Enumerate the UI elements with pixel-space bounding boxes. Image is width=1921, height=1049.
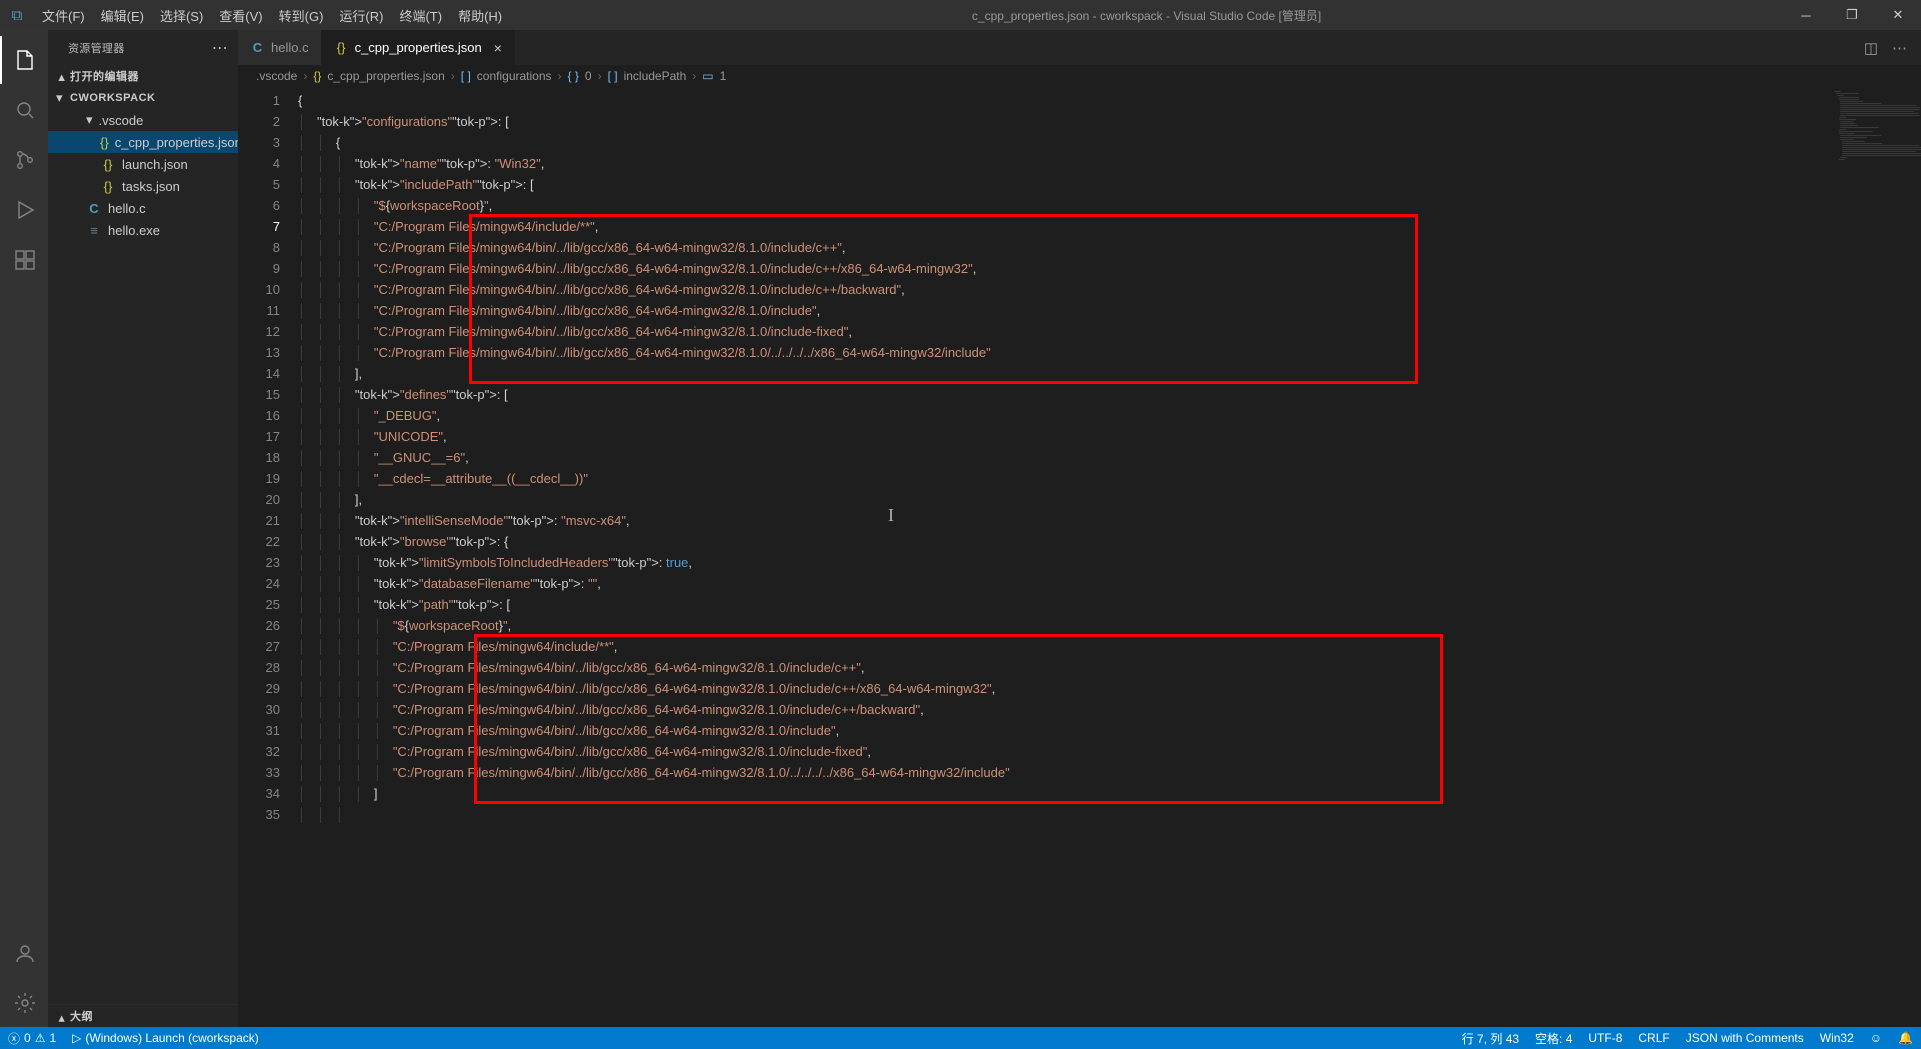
activity-bar xyxy=(0,30,48,1027)
file-hello-exe[interactable]: ≡ hello.exe xyxy=(48,219,238,241)
sidebar-title: 资源管理器 xyxy=(68,40,125,56)
window-title: c_cpp_properties.json - cworkspack - Vis… xyxy=(510,7,1783,24)
sidebar: 资源管理器 ⋯ ▸打开的编辑器 ▾CWORKSPACK ▾.vscode {} … xyxy=(48,30,238,1027)
status-launch-target[interactable]: ▷(Windows) Launch (cworkspack) xyxy=(64,1031,267,1045)
c-file-icon: C xyxy=(86,201,102,216)
status-lang[interactable]: JSON with Comments xyxy=(1678,1030,1812,1047)
code-content[interactable]: {│ "tok-k">"configurations""tok-p">: [│ … xyxy=(298,87,1921,1027)
line-number-gutter: 1234567891011121314151617181920212223242… xyxy=(238,87,298,1027)
maximize-button[interactable]: ❐ xyxy=(1829,0,1875,30)
json-icon: {} xyxy=(100,179,116,194)
activity-account[interactable] xyxy=(0,929,48,977)
status-encoding[interactable]: UTF-8 xyxy=(1580,1030,1630,1047)
status-feedback-icon[interactable]: ☺ xyxy=(1862,1030,1890,1047)
minimize-button[interactable]: ─ xyxy=(1783,0,1829,30)
activity-settings[interactable] xyxy=(0,979,48,1027)
menu-file[interactable]: 文件(F) xyxy=(34,2,93,29)
menu-select[interactable]: 选择(S) xyxy=(152,2,211,29)
editor-area: C hello.c {} c_cpp_properties.json × ◫ ⋯… xyxy=(238,30,1921,1027)
error-count-icon: ⓧ xyxy=(8,1030,20,1047)
file-hello-c[interactable]: C hello.c xyxy=(48,197,238,219)
status-line-col[interactable]: 行 7, 列 43 xyxy=(1454,1030,1527,1047)
vscode-logo-icon: ⧉ xyxy=(0,7,34,24)
c-file-icon: C xyxy=(250,40,265,55)
code-editor[interactable]: 1234567891011121314151617181920212223242… xyxy=(238,87,1921,1027)
sidebar-header: 资源管理器 ⋯ xyxy=(48,30,238,65)
json-icon: {} xyxy=(100,157,116,172)
file-launch-json[interactable]: {} launch.json xyxy=(48,153,238,175)
status-problems[interactable]: ⓧ0 ⚠1 xyxy=(0,1030,64,1047)
close-button[interactable]: ✕ xyxy=(1875,0,1921,30)
json-icon: {} xyxy=(313,69,321,83)
binary-file-icon: ≡ xyxy=(86,223,102,238)
breadcrumb-file[interactable]: c_cpp_properties.json xyxy=(327,69,444,83)
status-spaces[interactable]: 空格: 4 xyxy=(1527,1030,1580,1047)
sidebar-more-icon[interactable]: ⋯ xyxy=(212,38,228,58)
json-icon: {} xyxy=(334,40,349,55)
menu-view[interactable]: 查看(V) xyxy=(211,2,270,29)
file-c-cpp-properties[interactable]: {} c_cpp_properties.json xyxy=(48,131,238,153)
activity-run-debug[interactable] xyxy=(0,186,48,234)
split-editor-icon[interactable]: ◫ xyxy=(1864,39,1878,57)
breadcrumb[interactable]: .vscode› {} c_cpp_properties.json› [ ]co… xyxy=(238,65,1921,87)
minimap[interactable] xyxy=(1826,87,1921,1027)
activity-explorer[interactable] xyxy=(0,36,48,84)
activity-extensions[interactable] xyxy=(0,236,48,284)
menu-edit[interactable]: 编辑(E) xyxy=(93,2,152,29)
text-cursor-icon: I xyxy=(888,505,894,526)
section-outline[interactable]: ▸大纲 xyxy=(48,1004,238,1027)
folder-vscode[interactable]: ▾.vscode xyxy=(48,109,238,131)
status-bell-icon[interactable]: 🔔 xyxy=(1890,1030,1921,1047)
title-bar: ⧉ 文件(F) 编辑(E) 选择(S) 查看(V) 转到(G) 运行(R) 终端… xyxy=(0,0,1921,30)
file-tree: ▾.vscode {} c_cpp_properties.json {} lau… xyxy=(48,109,238,241)
tab-bar: C hello.c {} c_cpp_properties.json × ◫ ⋯ xyxy=(238,30,1921,65)
breadcrumb-folder[interactable]: .vscode xyxy=(256,69,297,83)
status-eol[interactable]: CRLF xyxy=(1630,1030,1677,1047)
status-config[interactable]: Win32 xyxy=(1812,1030,1862,1047)
section-project[interactable]: ▾CWORKSPACK xyxy=(48,87,238,109)
target-icon: ▷ xyxy=(72,1031,81,1045)
status-bar: ⓧ0 ⚠1 ▷(Windows) Launch (cworkspack) 行 7… xyxy=(0,1027,1921,1049)
file-tasks-json[interactable]: {} tasks.json xyxy=(48,175,238,197)
tab-c-cpp-properties[interactable]: {} c_cpp_properties.json × xyxy=(322,30,515,65)
json-icon: {} xyxy=(100,135,109,150)
menu-help[interactable]: 帮助(H) xyxy=(450,2,510,29)
menu-go[interactable]: 转到(G) xyxy=(271,2,332,29)
section-open-editors[interactable]: ▸打开的编辑器 xyxy=(48,65,238,87)
tab-hello-c[interactable]: C hello.c xyxy=(238,30,322,65)
warning-count-icon: ⚠ xyxy=(35,1031,46,1045)
editor-more-icon[interactable]: ⋯ xyxy=(1892,39,1907,57)
menu-terminal[interactable]: 终端(T) xyxy=(391,2,450,29)
activity-source-control[interactable] xyxy=(0,136,48,184)
menu-bar: 文件(F) 编辑(E) 选择(S) 查看(V) 转到(G) 运行(R) 终端(T… xyxy=(34,2,510,29)
activity-search[interactable] xyxy=(0,86,48,134)
close-tab-icon[interactable]: × xyxy=(494,40,502,56)
menu-run[interactable]: 运行(R) xyxy=(331,2,391,29)
